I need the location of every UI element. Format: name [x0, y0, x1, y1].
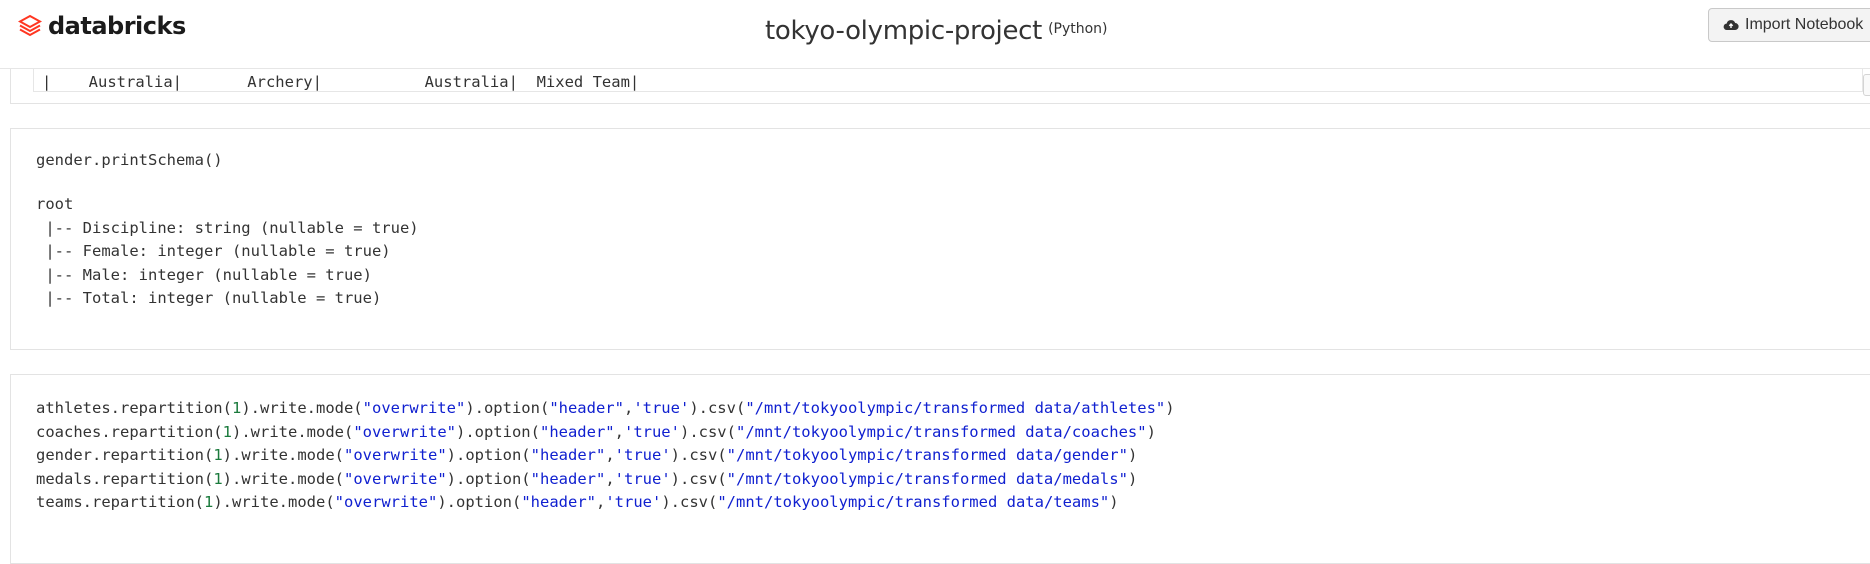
notebook-cell-write[interactable]: athletes.repartition(1).write.mode("over…	[10, 374, 1870, 564]
cell-output: root |-- Discipline: string (nullable = …	[36, 193, 419, 311]
import-notebook-button[interactable]: Import Notebook	[1708, 8, 1870, 42]
output-line: |-- Total: integer (nullable = true)	[36, 289, 382, 307]
databricks-logo-icon	[18, 14, 42, 37]
code-line: medals.repartition(1).write.mode("overwr…	[36, 469, 1138, 488]
code-line: gender.repartition(1).write.mode("overwr…	[36, 446, 1138, 464]
notebook-title-area: tokyo-olympic-project (Python)	[765, 16, 1108, 46]
output-line: |-- Discipline: string (nullable = true)	[36, 218, 419, 237]
code-line: teams.repartition(1).write.mode("overwri…	[36, 493, 1119, 511]
notebook-cell-schema[interactable]: gender.printSchema() root |-- Discipline…	[10, 128, 1870, 350]
output-line: | Australia| Archery| Australia| Mixed T…	[42, 73, 640, 91]
notebook-header: databricks tokyo-olympic-project (Python…	[0, 0, 1870, 69]
logo-text: databricks	[48, 12, 186, 40]
import-notebook-label: Import Notebook	[1745, 16, 1864, 33]
code-line: coaches.repartition(1).write.mode("overw…	[36, 422, 1156, 441]
cell-code[interactable]: athletes.repartition(1).write.mode("over…	[36, 397, 1175, 515]
cell-code[interactable]: gender.printSchema()	[36, 149, 223, 173]
code-line: athletes.repartition(1).write.mode("over…	[36, 399, 1175, 417]
output-line: root	[36, 195, 74, 213]
language-label: (Python)	[1048, 21, 1108, 37]
output-line: |-- Male: integer (nullable = true)	[36, 265, 372, 284]
cloud-upload-icon	[1723, 20, 1739, 31]
databricks-logo[interactable]: databricks	[18, 12, 186, 40]
output-line: |-- Female: integer (nullable = true)	[36, 242, 391, 260]
resize-handle-icon[interactable]	[1863, 74, 1870, 96]
page-title: tokyo-olympic-project	[765, 16, 1043, 46]
